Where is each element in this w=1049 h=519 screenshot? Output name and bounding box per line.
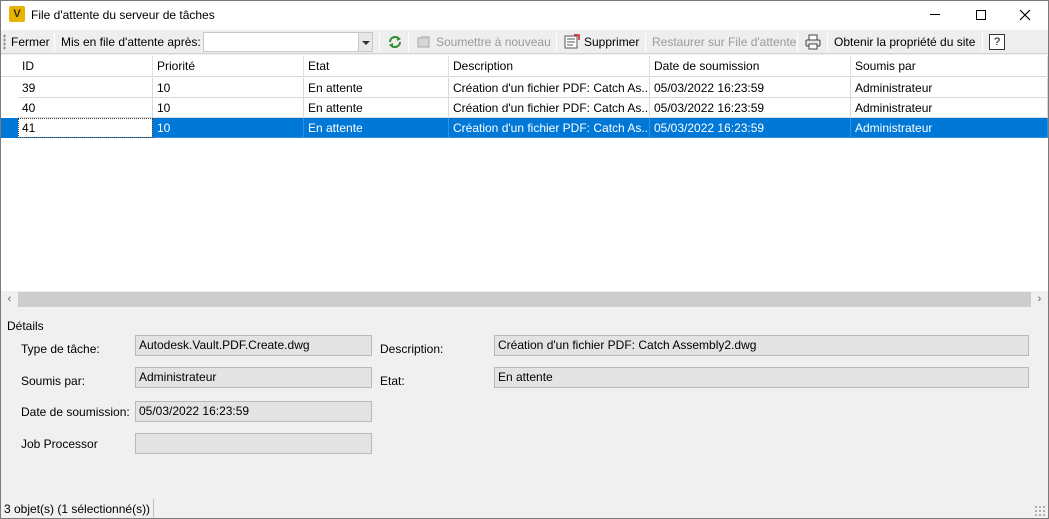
- state-field[interactable]: En attente: [494, 367, 1029, 388]
- toolbar-separator: [645, 33, 646, 51]
- status-bar: 3 objet(s) (1 sélectionné(s)): [1, 499, 1048, 518]
- queue-after-combo[interactable]: [203, 32, 373, 52]
- restore-to-queue-button[interactable]: Restaurer sur File d'attente: [652, 30, 796, 54]
- cell-submit-date: 05/03/2022 16:23:59: [650, 78, 851, 98]
- submitted-by-field[interactable]: Administrateur: [135, 367, 372, 388]
- minimize-icon: [930, 14, 940, 16]
- cell-submit-date: 05/03/2022 16:23:59: [650, 98, 851, 118]
- toolbar-separator: [556, 33, 557, 51]
- submitted-by-label: Soumis par:: [21, 374, 86, 388]
- toolbar: Fermer Mis en file d'attente après: Soum…: [1, 30, 1048, 54]
- details-section-title: Détails: [7, 319, 44, 333]
- state-label: Etat:: [380, 374, 405, 388]
- toolbar-separator: [982, 33, 983, 51]
- grid-header: ID Priorité Etat Description Date de sou…: [1, 55, 1048, 77]
- cell-priority: 10: [153, 98, 304, 118]
- cell-description: Création d'un fichier PDF: Catch As...: [449, 118, 650, 138]
- task-type-label: Type de tâche:: [21, 342, 100, 356]
- cell-state: En attente: [304, 98, 449, 118]
- close-window-button[interactable]: [1002, 1, 1048, 30]
- title-bar[interactable]: V File d'attente du serveur de tâches: [1, 1, 1048, 30]
- get-site-ownership-button[interactable]: Obtenir la propriété du site: [834, 30, 975, 54]
- vault-app-icon: V: [9, 6, 25, 22]
- toolbar-separator: [827, 33, 828, 51]
- submit-date-label: Date de soumission:: [21, 405, 130, 419]
- cell-state: En attente: [304, 78, 449, 98]
- column-header-submit-date[interactable]: Date de soumission: [650, 56, 851, 76]
- cell-submitted-by: Administrateur: [851, 98, 1048, 118]
- cell-description: Création d'un fichier PDF: Catch As...: [449, 98, 650, 118]
- print-icon[interactable]: [805, 34, 821, 50]
- cell-priority: 10: [153, 118, 304, 138]
- cell-id: 41: [18, 118, 153, 138]
- toolbar-separator: [379, 33, 380, 51]
- column-header-description[interactable]: Description: [449, 56, 650, 76]
- chevron-down-icon[interactable]: [358, 33, 372, 51]
- toolbar-separator: [797, 33, 798, 51]
- chevron-left-icon[interactable]: ‹: [1, 291, 18, 308]
- toolbar-separator: [408, 33, 409, 51]
- window-title: File d'attente du serveur de tâches: [31, 8, 215, 22]
- resubmit-button[interactable]: Soumettre à nouveau: [436, 30, 551, 54]
- cell-submitted-by: Administrateur: [851, 78, 1048, 98]
- maximize-button[interactable]: [958, 1, 1004, 30]
- column-header-submitted-by[interactable]: Soumis par: [851, 56, 1048, 76]
- task-type-field[interactable]: Autodesk.Vault.PDF.Create.dwg: [135, 335, 372, 356]
- cell-state: En attente: [304, 118, 449, 138]
- maximize-icon: [976, 9, 986, 20]
- toolbar-separator: [54, 33, 55, 51]
- column-header-priority[interactable]: Priorité: [153, 56, 304, 76]
- column-header-id[interactable]: ID: [18, 56, 153, 76]
- scrollbar-thumb[interactable]: [18, 292, 1031, 307]
- job-processor-field[interactable]: [135, 433, 372, 454]
- refresh-icon[interactable]: [387, 34, 403, 50]
- table-row-selected[interactable]: 41 10 En attente Création d'un fichier P…: [1, 118, 1048, 138]
- resubmit-icon: [417, 36, 430, 48]
- task-queue-grid: ID Priorité Etat Description Date de sou…: [1, 55, 1048, 308]
- delete-icon: [564, 34, 580, 49]
- description-field[interactable]: Création d'un fichier PDF: Catch Assembl…: [494, 335, 1029, 356]
- cell-submitted-by: Administrateur: [851, 118, 1048, 138]
- submit-date-field[interactable]: 05/03/2022 16:23:59: [135, 401, 372, 422]
- queue-after-label: Mis en file d'attente après:: [61, 35, 201, 49]
- column-header-state[interactable]: Etat: [304, 56, 449, 76]
- cell-id: 39: [18, 78, 153, 98]
- resize-grip-icon[interactable]: [1034, 505, 1046, 517]
- table-row[interactable]: 40 10 En attente Création d'un fichier P…: [1, 98, 1048, 118]
- description-label: Description:: [380, 342, 444, 356]
- chevron-right-icon[interactable]: ›: [1031, 291, 1048, 308]
- cell-submit-date: 05/03/2022 16:23:59: [650, 118, 851, 138]
- cell-id: 40: [18, 98, 153, 118]
- delete-button[interactable]: Supprimer: [584, 30, 639, 54]
- cell-priority: 10: [153, 78, 304, 98]
- job-processor-label: Job Processor: [21, 437, 98, 451]
- close-icon: [1019, 9, 1031, 21]
- close-button[interactable]: Fermer: [11, 30, 50, 54]
- table-row[interactable]: 39 10 En attente Création d'un fichier P…: [1, 78, 1048, 98]
- help-button[interactable]: ?: [989, 34, 1005, 50]
- minimize-button[interactable]: [912, 1, 958, 30]
- task-queue-window: V File d'attente du serveur de tâches Fe…: [0, 0, 1049, 519]
- status-text: 3 objet(s) (1 sélectionné(s)): [4, 499, 155, 518]
- toolbar-grip[interactable]: [3, 34, 6, 50]
- horizontal-scrollbar[interactable]: ‹ ›: [1, 291, 1048, 308]
- cell-description: Création d'un fichier PDF: Catch As...: [449, 78, 650, 98]
